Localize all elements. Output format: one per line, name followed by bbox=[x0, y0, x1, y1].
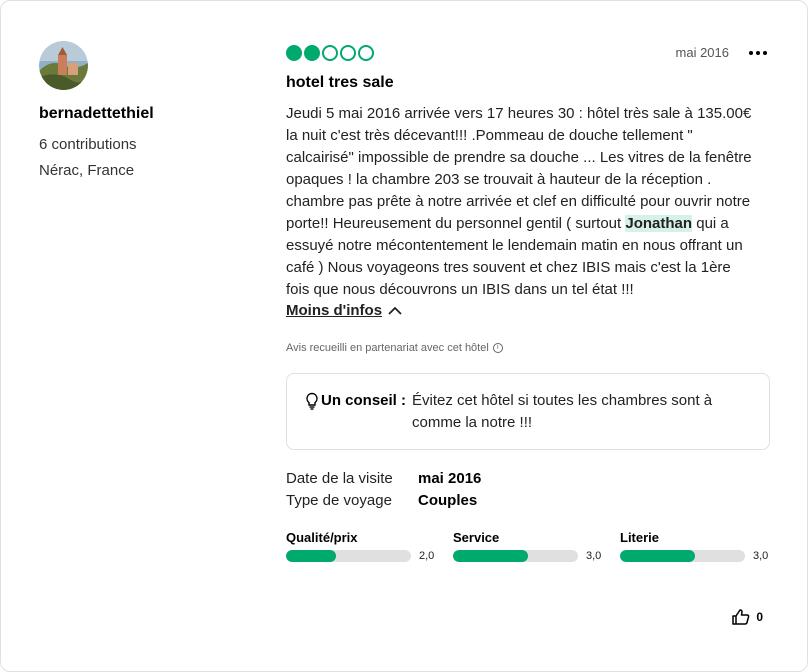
helpful-count: 0 bbox=[756, 610, 763, 624]
info-icon[interactable]: i bbox=[492, 343, 503, 353]
review-card: bernadettethiel 6 contributions Nérac, F… bbox=[0, 0, 808, 672]
rating-bubble bbox=[322, 45, 338, 61]
review-date: mai 2016 bbox=[675, 45, 729, 60]
rating-value: 3,0 bbox=[753, 550, 769, 562]
trip-type-label: Type de voyage bbox=[286, 492, 392, 509]
visit-date-label: Date de la visite bbox=[286, 470, 393, 487]
tip-box: Un conseil : Évitez cet hôtel si toutes … bbox=[286, 373, 770, 450]
more-options-icon[interactable] bbox=[749, 43, 771, 63]
avatar[interactable] bbox=[39, 41, 88, 90]
reviewer-profile: bernadettethiel 6 contributions Nérac, F… bbox=[39, 41, 259, 184]
visit-date-value: mai 2016 bbox=[418, 470, 482, 487]
helpful-button[interactable]: 0 bbox=[732, 609, 763, 625]
show-less-link[interactable]: Moins d'infos bbox=[286, 302, 402, 319]
reviewer-location: Nérac, France bbox=[39, 162, 135, 179]
rating-name: Literie bbox=[620, 530, 660, 545]
rating-bar-fill bbox=[620, 550, 695, 562]
thumbs-up-icon bbox=[732, 609, 750, 625]
rating-bar-fill bbox=[286, 550, 336, 562]
review-text: Jeudi 5 mai 2016 arrivée vers 17 heures … bbox=[286, 103, 756, 301]
trip-type-value: Couples bbox=[418, 492, 478, 509]
rating-bar bbox=[286, 550, 411, 562]
tip-text: Évitez cet hôtel si toutes les chambres … bbox=[412, 392, 713, 431]
tip-label: Un conseil : bbox=[321, 392, 407, 409]
rating-value-for-money: Qualité/prix 2,0 bbox=[286, 530, 437, 562]
review-content: mai 2016 hotel tres sale Jeudi 5 mai 201… bbox=[286, 43, 771, 562]
rating-bubble bbox=[286, 45, 302, 61]
rating-value: 2,0 bbox=[419, 550, 435, 562]
review-text-part: Jeudi 5 mai 2016 arrivée vers 17 heures … bbox=[286, 105, 752, 232]
reviewer-name[interactable]: bernadettethiel bbox=[39, 105, 259, 123]
rating-bubble bbox=[340, 45, 356, 61]
rating-bubble bbox=[358, 45, 374, 61]
rating-value: 3,0 bbox=[586, 550, 602, 562]
rating-service: Service 3,0 bbox=[453, 530, 604, 562]
lightbulb-icon bbox=[306, 392, 318, 410]
partner-note: Avis recueilli en partenariat avec cet h… bbox=[286, 342, 771, 354]
rating-bar bbox=[620, 550, 745, 562]
rating-name: Service bbox=[453, 530, 500, 545]
bubble-rating bbox=[286, 45, 374, 61]
sub-ratings: Qualité/prix 2,0 Service 3,0 Literie 3,0 bbox=[286, 530, 771, 562]
show-less-label: Moins d'infos bbox=[286, 302, 383, 319]
rating-name: Qualité/prix bbox=[286, 530, 358, 545]
highlighted-name: Jonathan bbox=[625, 215, 693, 232]
trip-details: Date de la visite mai 2016 Type de voyag… bbox=[286, 468, 771, 512]
chevron-up-icon bbox=[388, 306, 402, 315]
rating-bar-fill bbox=[453, 550, 528, 562]
rating-bubble bbox=[304, 45, 320, 61]
review-title: hotel tres sale bbox=[286, 74, 394, 91]
partner-note-text: Avis recueilli en partenariat avec cet h… bbox=[286, 342, 489, 354]
reviewer-contributions: 6 contributions bbox=[39, 136, 137, 153]
rating-bedding: Literie 3,0 bbox=[620, 530, 771, 562]
rating-bar bbox=[453, 550, 578, 562]
